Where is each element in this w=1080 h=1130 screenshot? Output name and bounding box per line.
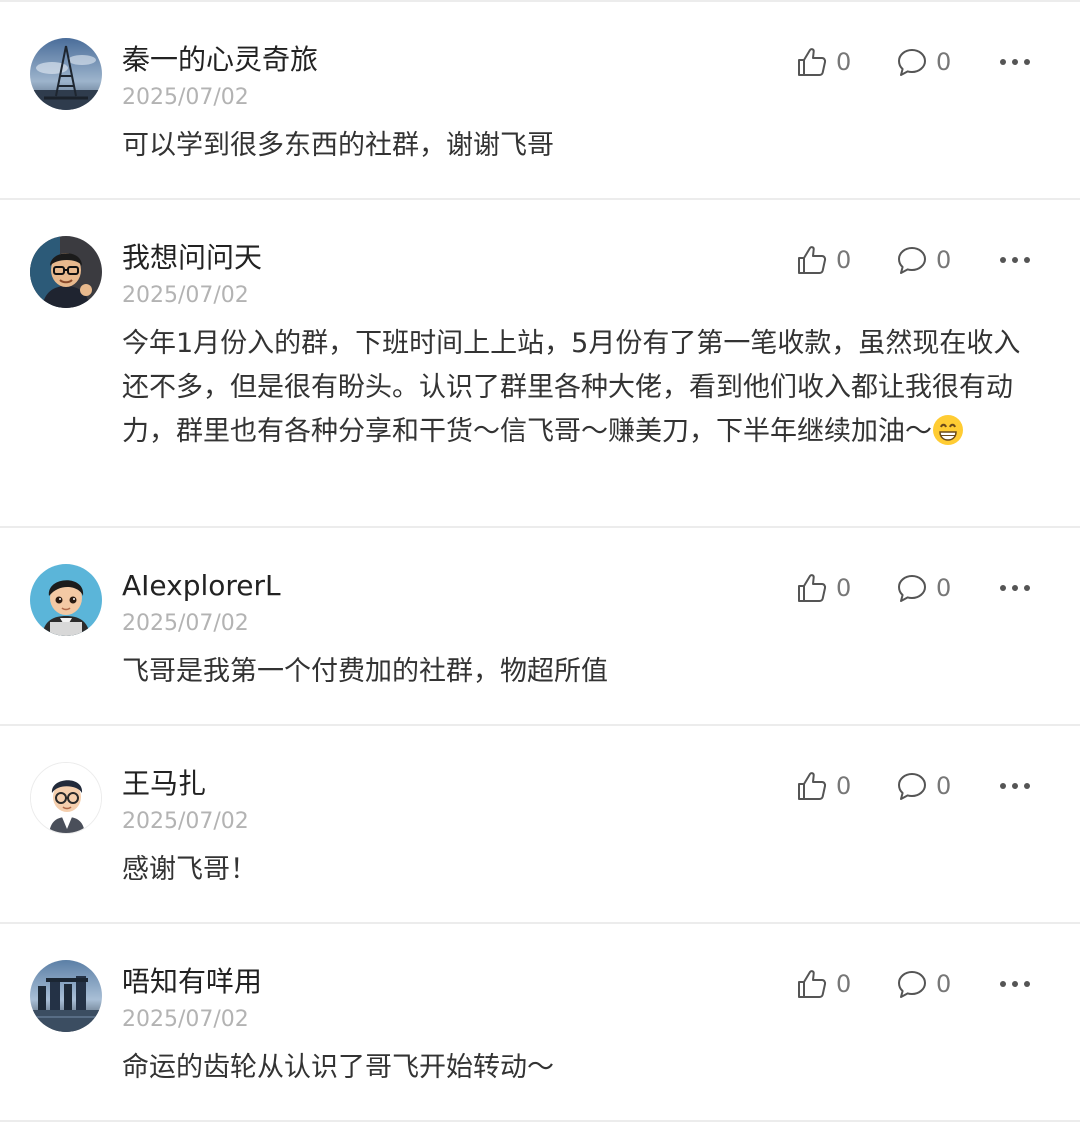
comment-text-body: 今年1月份入的群，下班时间上上站，5月份有了第一笔收款，虽然现在收入还不多，但是…	[122, 328, 1021, 447]
comment-actions: 0 0	[796, 566, 1032, 610]
more-button[interactable]	[998, 781, 1032, 791]
comment-item: 我想问问天 2025/07/02 今年1月份入的群，下班时间上上站，5月份有了第…	[0, 200, 1080, 528]
reply-button[interactable]: 0	[896, 968, 996, 1000]
comment-text: 飞哥是我第一个付费加的社群，物超所值	[122, 656, 608, 687]
like-count: 0	[836, 246, 852, 274]
city-skyline-avatar	[30, 960, 102, 1032]
more-button[interactable]	[998, 57, 1032, 67]
avatar[interactable]	[30, 960, 102, 1032]
commenter-name[interactable]: AIexplorerL	[122, 566, 281, 606]
comment-bubble-icon	[898, 575, 926, 602]
comment-date: 2025/07/02	[122, 611, 249, 636]
reply-count: 0	[936, 246, 952, 274]
reply-count: 0	[936, 48, 952, 76]
commenter-name[interactable]: 秦一的心灵奇旅	[122, 40, 318, 80]
more-dots-icon	[1000, 585, 1030, 591]
tower-photo-avatar	[30, 38, 102, 110]
comment-bubble-icon	[898, 247, 926, 274]
cartoon-boy-avatar	[30, 564, 102, 636]
more-dots-icon	[1000, 783, 1030, 789]
like-count: 0	[836, 574, 852, 602]
more-dots-icon	[1000, 981, 1030, 987]
comment-bubble-icon	[898, 773, 926, 800]
comment-date: 2025/07/02	[122, 283, 249, 308]
comment-item: AIexplorerL 2025/07/02 飞哥是我第一个付费加的社群，物超所…	[0, 528, 1080, 726]
like-button[interactable]: 0	[796, 572, 896, 604]
like-count: 0	[836, 970, 852, 998]
avatar[interactable]	[30, 762, 102, 834]
commenter-name[interactable]: 我想问问天	[122, 238, 262, 278]
thumbs-up-icon	[798, 48, 827, 76]
thumbs-up-icon	[798, 574, 827, 602]
cartoon-glasses-man-avatar	[30, 236, 102, 308]
like-button[interactable]: 0	[796, 770, 896, 802]
like-count: 0	[836, 48, 852, 76]
comment-item: 王马扎 2025/07/02 感谢飞哥！ 0 0	[0, 726, 1080, 924]
avatar[interactable]	[30, 38, 102, 110]
comment-item: 唔知有咩用 2025/07/02 命运的齿轮从认识了哥飞开始转动～ 0 0	[0, 924, 1080, 1122]
comment-bubble-icon	[898, 971, 926, 998]
comment-date: 2025/07/02	[122, 809, 249, 834]
comment-text: 命运的齿轮从认识了哥飞开始转动～	[122, 1052, 554, 1083]
thumbs-up-icon	[798, 772, 827, 800]
comment-list: 秦一的心灵奇旅 2025/07/02 可以学到很多东西的社群，谢谢飞哥 0 0	[0, 0, 1080, 1122]
grinning-face-emoji	[933, 415, 963, 445]
reply-count: 0	[936, 772, 952, 800]
comment-text: 今年1月份入的群，下班时间上上站，5月份有了第一笔收款，虽然现在收入还不多，但是…	[122, 322, 1037, 454]
comment-text: 感谢飞哥！	[122, 854, 257, 885]
more-button[interactable]	[998, 583, 1032, 593]
comment-actions: 0 0	[796, 962, 1032, 1006]
comment-item: 秦一的心灵奇旅 2025/07/02 可以学到很多东西的社群，谢谢飞哥 0 0	[0, 2, 1080, 200]
commenter-name[interactable]: 唔知有咩用	[122, 962, 262, 1002]
comment-actions: 0 0	[796, 238, 1032, 282]
avatar[interactable]	[30, 236, 102, 308]
cartoon-glasses-boy-avatar	[31, 763, 101, 833]
like-button[interactable]: 0	[796, 46, 896, 78]
more-button[interactable]	[998, 255, 1032, 265]
comment-text: 可以学到很多东西的社群，谢谢飞哥	[122, 130, 554, 161]
commenter-name[interactable]: 王马扎	[122, 764, 206, 804]
thumbs-up-icon	[798, 970, 827, 998]
like-button[interactable]: 0	[796, 968, 896, 1000]
comment-bubble-icon	[898, 49, 926, 76]
thumbs-up-icon	[798, 246, 827, 274]
avatar[interactable]	[30, 564, 102, 636]
comment-actions: 0 0	[796, 764, 1032, 808]
reply-button[interactable]: 0	[896, 770, 996, 802]
comment-actions: 0 0	[796, 40, 1032, 84]
like-count: 0	[836, 772, 852, 800]
like-button[interactable]: 0	[796, 244, 896, 276]
more-dots-icon	[1000, 257, 1030, 263]
reply-button[interactable]: 0	[896, 244, 996, 276]
more-button[interactable]	[998, 979, 1032, 989]
reply-count: 0	[936, 970, 952, 998]
more-dots-icon	[1000, 59, 1030, 65]
reply-button[interactable]: 0	[896, 46, 996, 78]
reply-count: 0	[936, 574, 952, 602]
comment-date: 2025/07/02	[122, 1007, 249, 1032]
comment-date: 2025/07/02	[122, 85, 249, 110]
reply-button[interactable]: 0	[896, 572, 996, 604]
